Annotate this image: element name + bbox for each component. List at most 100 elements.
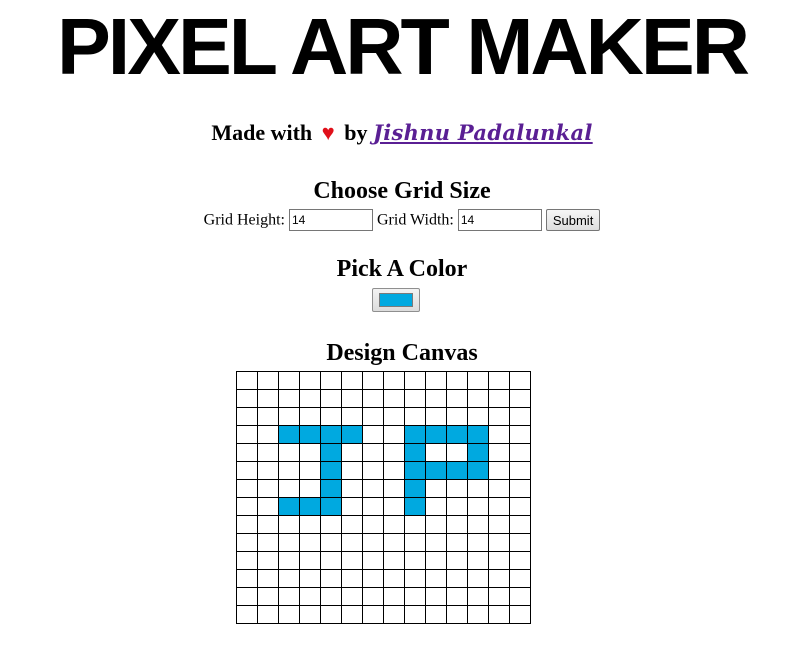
canvas-cell[interactable] <box>341 605 363 624</box>
canvas-cell[interactable] <box>257 569 279 588</box>
canvas-cell[interactable] <box>341 407 363 426</box>
canvas-cell[interactable] <box>341 479 363 498</box>
canvas-cell[interactable] <box>236 587 258 606</box>
canvas-cell[interactable] <box>467 479 489 498</box>
canvas-cell[interactable] <box>467 461 489 480</box>
canvas-cell[interactable] <box>404 533 426 552</box>
canvas-cell[interactable] <box>320 479 342 498</box>
canvas-cell[interactable] <box>278 515 300 534</box>
canvas-cell[interactable] <box>341 515 363 534</box>
canvas-cell[interactable] <box>467 497 489 516</box>
canvas-cell[interactable] <box>341 587 363 606</box>
canvas-cell[interactable] <box>404 443 426 462</box>
canvas-cell[interactable] <box>320 587 342 606</box>
canvas-cell[interactable] <box>404 497 426 516</box>
canvas-cell[interactable] <box>362 605 384 624</box>
canvas-cell[interactable] <box>509 443 531 462</box>
canvas-cell[interactable] <box>341 551 363 570</box>
canvas-cell[interactable] <box>257 605 279 624</box>
canvas-cell[interactable] <box>383 587 405 606</box>
canvas-cell[interactable] <box>320 425 342 444</box>
canvas-cell[interactable] <box>257 389 279 408</box>
canvas-cell[interactable] <box>362 443 384 462</box>
canvas-cell[interactable] <box>425 587 447 606</box>
canvas-cell[interactable] <box>320 371 342 390</box>
canvas-cell[interactable] <box>446 587 468 606</box>
canvas-cell[interactable] <box>278 461 300 480</box>
canvas-cell[interactable] <box>257 515 279 534</box>
canvas-cell[interactable] <box>341 569 363 588</box>
canvas-cell[interactable] <box>488 371 510 390</box>
canvas-cell[interactable] <box>383 443 405 462</box>
canvas-cell[interactable] <box>236 497 258 516</box>
canvas-cell[interactable] <box>362 587 384 606</box>
canvas-cell[interactable] <box>383 479 405 498</box>
canvas-cell[interactable] <box>509 389 531 408</box>
canvas-cell[interactable] <box>509 425 531 444</box>
canvas-cell[interactable] <box>362 497 384 516</box>
canvas-cell[interactable] <box>488 407 510 426</box>
canvas-cell[interactable] <box>257 533 279 552</box>
canvas-cell[interactable] <box>299 533 321 552</box>
canvas-cell[interactable] <box>467 389 489 408</box>
canvas-cell[interactable] <box>383 497 405 516</box>
canvas-cell[interactable] <box>236 389 258 408</box>
canvas-cell[interactable] <box>425 497 447 516</box>
canvas-cell[interactable] <box>383 533 405 552</box>
canvas-cell[interactable] <box>425 605 447 624</box>
canvas-cell[interactable] <box>509 371 531 390</box>
canvas-cell[interactable] <box>404 515 426 534</box>
canvas-cell[interactable] <box>446 389 468 408</box>
canvas-cell[interactable] <box>236 371 258 390</box>
canvas-cell[interactable] <box>278 587 300 606</box>
canvas-cell[interactable] <box>320 389 342 408</box>
canvas-cell[interactable] <box>446 371 468 390</box>
pixel-canvas[interactable] <box>236 371 531 624</box>
canvas-cell[interactable] <box>257 479 279 498</box>
canvas-cell[interactable] <box>278 533 300 552</box>
canvas-cell[interactable] <box>425 389 447 408</box>
canvas-cell[interactable] <box>467 569 489 588</box>
grid-width-input[interactable] <box>457 209 542 232</box>
canvas-cell[interactable] <box>488 533 510 552</box>
canvas-cell[interactable] <box>404 371 426 390</box>
canvas-cell[interactable] <box>404 587 426 606</box>
canvas-cell[interactable] <box>341 389 363 408</box>
canvas-cell[interactable] <box>278 425 300 444</box>
canvas-cell[interactable] <box>257 407 279 426</box>
canvas-cell[interactable] <box>404 551 426 570</box>
canvas-cell[interactable] <box>488 425 510 444</box>
canvas-cell[interactable] <box>509 587 531 606</box>
canvas-cell[interactable] <box>404 461 426 480</box>
canvas-cell[interactable] <box>362 569 384 588</box>
canvas-cell[interactable] <box>488 389 510 408</box>
canvas-cell[interactable] <box>488 569 510 588</box>
canvas-cell[interactable] <box>278 407 300 426</box>
canvas-cell[interactable] <box>236 479 258 498</box>
canvas-cell[interactable] <box>341 497 363 516</box>
canvas-cell[interactable] <box>425 515 447 534</box>
canvas-cell[interactable] <box>467 371 489 390</box>
canvas-cell[interactable] <box>362 389 384 408</box>
canvas-cell[interactable] <box>236 605 258 624</box>
canvas-cell[interactable] <box>488 551 510 570</box>
canvas-cell[interactable] <box>257 371 279 390</box>
canvas-cell[interactable] <box>383 551 405 570</box>
canvas-cell[interactable] <box>467 425 489 444</box>
canvas-cell[interactable] <box>467 515 489 534</box>
canvas-cell[interactable] <box>446 479 468 498</box>
canvas-cell[interactable] <box>320 443 342 462</box>
canvas-cell[interactable] <box>299 443 321 462</box>
canvas-cell[interactable] <box>383 605 405 624</box>
canvas-cell[interactable] <box>404 407 426 426</box>
canvas-cell[interactable] <box>509 551 531 570</box>
canvas-cell[interactable] <box>509 479 531 498</box>
canvas-cell[interactable] <box>488 605 510 624</box>
canvas-cell[interactable] <box>257 551 279 570</box>
canvas-cell[interactable] <box>362 515 384 534</box>
canvas-cell[interactable] <box>320 461 342 480</box>
canvas-cell[interactable] <box>236 443 258 462</box>
canvas-cell[interactable] <box>488 443 510 462</box>
canvas-cell[interactable] <box>278 605 300 624</box>
canvas-cell[interactable] <box>299 479 321 498</box>
